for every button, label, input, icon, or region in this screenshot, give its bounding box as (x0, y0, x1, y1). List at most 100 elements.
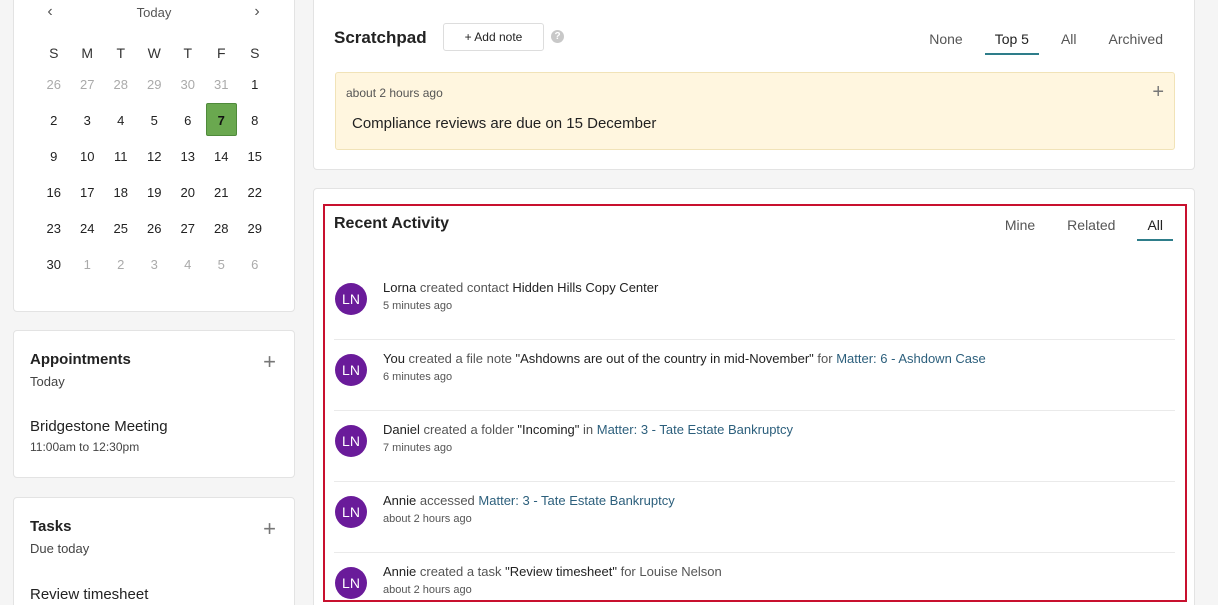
calendar-day-number: 31 (214, 77, 229, 92)
activity-timestamp: about 2 hours ago (383, 584, 472, 596)
calendar-day-number: 6 (184, 113, 192, 128)
calendar-day[interactable]: 3 (71, 103, 105, 139)
calendar-day[interactable]: 26 (37, 67, 71, 103)
calendar-day-number: 29 (147, 77, 162, 92)
calendar-day[interactable]: 6 (238, 247, 272, 283)
calendar-day-number: 28 (113, 77, 128, 92)
calendar-day[interactable]: 5 (138, 103, 172, 139)
calendar-card: Today ‹ › S M T W T F S 26 27 28 29 30 31 1 2 3 4 5 6 7 8 9 10… (13, 0, 295, 312)
tab-top-5[interactable]: Top 5 (984, 27, 1039, 55)
calendar-day[interactable]: 27 (171, 211, 205, 247)
calendar-day-number: 29 (247, 221, 262, 236)
add-task-plus-icon[interactable]: + (263, 518, 276, 540)
calendar-day-number: 28 (214, 221, 229, 236)
avatar[interactable]: LN (335, 496, 367, 528)
appointment-title[interactable]: Bridgestone Meeting (30, 418, 168, 435)
activity-actor: You (383, 351, 405, 366)
avatar[interactable]: LN (335, 425, 367, 457)
activity-actor: Annie (383, 493, 417, 508)
calendar-day-number: 8 (251, 113, 259, 128)
activity-link[interactable]: Matter: 3 - Tate Estate Bankruptcy (597, 422, 793, 437)
calendar-day[interactable]: 24 (71, 211, 105, 247)
calendar-day-number: 27 (180, 221, 195, 236)
calendar-day[interactable]: 17 (71, 175, 105, 211)
expand-note-plus-icon[interactable]: + (1152, 82, 1164, 102)
chevron-right-icon[interactable]: › (247, 3, 267, 23)
avatar[interactable]: LN (335, 283, 367, 315)
tab-all-activity[interactable]: All (1137, 213, 1173, 241)
calendar-day[interactable]: 28 (205, 211, 239, 247)
help-icon[interactable]: ? (551, 30, 564, 43)
calendar-day[interactable]: 3 (138, 247, 172, 283)
weekday-header: S (250, 45, 260, 61)
calendar-day[interactable]: 12 (138, 139, 172, 175)
activity-link[interactable]: Matter: 3 - Tate Estate Bankruptcy (478, 493, 674, 508)
calendar-day[interactable]: 19 (138, 175, 172, 211)
calendar-day-number: 2 (117, 257, 125, 272)
calendar-day[interactable]: 16 (37, 175, 71, 211)
tab-all[interactable]: All (1051, 27, 1087, 55)
calendar-day-number: 16 (46, 185, 61, 200)
calendar-day-number: 26 (46, 77, 61, 92)
avatar[interactable]: LN (335, 354, 367, 386)
task-title[interactable]: Review timesheet (30, 586, 148, 603)
calendar-day[interactable]: 22 (238, 175, 272, 211)
calendar-day[interactable]: 4 (171, 247, 205, 283)
calendar-day[interactable]: 10 (71, 139, 105, 175)
tab-archived[interactable]: Archived (1099, 27, 1173, 55)
calendar-day[interactable]: 27 (71, 67, 105, 103)
tab-related[interactable]: Related (1057, 213, 1125, 241)
calendar-day-number: 17 (80, 185, 95, 200)
calendar-day[interactable]: 21 (205, 175, 239, 211)
calendar-day[interactable]: 5 (205, 247, 239, 283)
calendar-day[interactable]: 1 (71, 247, 105, 283)
calendar-day[interactable]: 26 (138, 211, 172, 247)
activity-actor: Daniel (383, 422, 420, 437)
calendar-day[interactable]: 23 (37, 211, 71, 247)
calendar-day-selected[interactable]: 7 (205, 103, 239, 139)
calendar-day-number: 14 (214, 149, 229, 164)
calendar-day[interactable]: 4 (104, 103, 138, 139)
calendar-day-number: 30 (180, 77, 195, 92)
calendar-day[interactable]: 20 (171, 175, 205, 211)
calendar-day-number: 3 (150, 257, 158, 272)
calendar-day-number: 23 (46, 221, 61, 236)
calendar-day[interactable]: 29 (138, 67, 172, 103)
calendar-day[interactable]: 9 (37, 139, 71, 175)
calendar-day[interactable]: 28 (104, 67, 138, 103)
calendar-day[interactable]: 6 (171, 103, 205, 139)
avatar[interactable]: LN (335, 567, 367, 599)
calendar-day[interactable]: 15 (238, 139, 272, 175)
calendar-day[interactable]: 13 (171, 139, 205, 175)
calendar-day[interactable]: 2 (104, 247, 138, 283)
add-appointment-plus-icon[interactable]: + (263, 351, 276, 373)
calendar-day[interactable]: 30 (171, 67, 205, 103)
activity-text: in (579, 422, 597, 437)
calendar-day-number: 19 (147, 185, 162, 200)
calendar-day-number: 22 (247, 185, 262, 200)
scratchpad-note[interactable]: about 2 hours ago Compliance reviews are… (335, 72, 1175, 150)
tab-mine[interactable]: Mine (995, 213, 1045, 241)
calendar-day[interactable]: 30 (37, 247, 71, 283)
add-note-button[interactable]: + Add note (443, 23, 544, 51)
activity-description: Daniel created a folder "Incoming" in Ma… (383, 422, 793, 437)
calendar-day[interactable]: 1 (238, 67, 272, 103)
calendar-day[interactable]: 8 (238, 103, 272, 139)
calendar-day-number: 25 (113, 221, 128, 236)
calendar-day[interactable]: 31 (205, 67, 239, 103)
calendar-day[interactable]: 11 (104, 139, 138, 175)
activity-timestamp: 7 minutes ago (383, 442, 453, 454)
activity-item: LN Daniel created a folder "Incoming" in … (334, 411, 1175, 482)
calendar-grid: S M T W T F S 26 27 28 29 30 31 1 2 3 4 5 6 7 8 9 10 11 12 13 14 15… (37, 39, 283, 283)
chevron-left-icon[interactable]: ‹ (40, 3, 60, 23)
tab-none[interactable]: None (919, 27, 972, 55)
calendar-day[interactable]: 2 (37, 103, 71, 139)
activity-link[interactable]: Matter: 6 - Ashdown Case (836, 351, 986, 366)
calendar-day[interactable]: 14 (205, 139, 239, 175)
calendar-day[interactable]: 29 (238, 211, 272, 247)
activity-description: Annie accessed Matter: 3 - Tate Estate B… (383, 493, 675, 508)
tasks-card: Tasks Due today + Review timesheet (13, 497, 295, 605)
calendar-day[interactable]: 25 (104, 211, 138, 247)
activity-item: LN Annie created a task "Review timesheet… (334, 553, 1175, 605)
calendar-day[interactable]: 18 (104, 175, 138, 211)
